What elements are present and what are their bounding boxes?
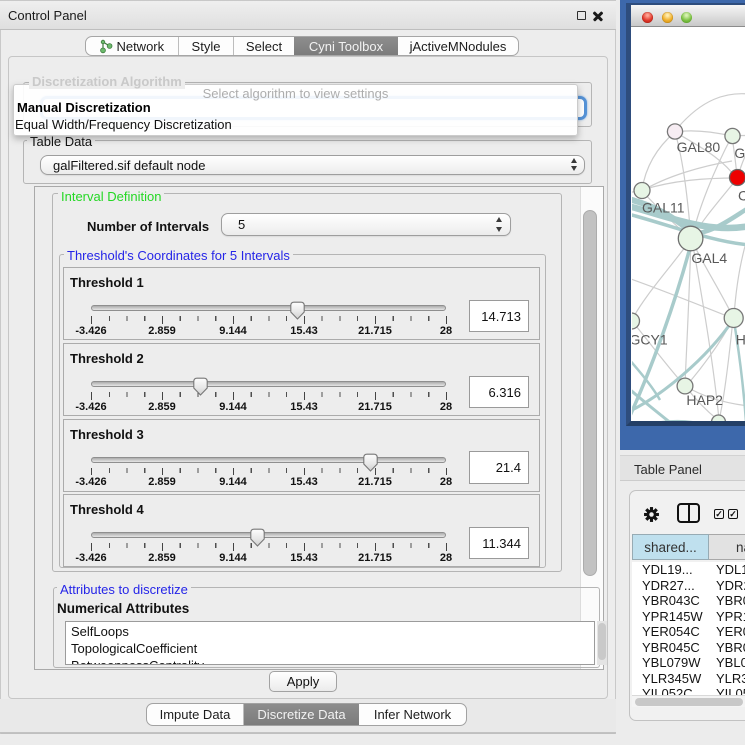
svg-text:CD: CD (738, 188, 745, 204)
svg-text:GAL80: GAL80 (677, 139, 721, 155)
svg-text:HAP2: HAP2 (686, 392, 723, 408)
svg-text:GAL4: GAL4 (691, 250, 727, 266)
svg-text:GCY1: GCY1 (632, 331, 668, 347)
svg-text:GA: GA (734, 145, 745, 161)
svg-text:GAL11: GAL11 (642, 200, 685, 216)
svg-text:HI: HI (736, 332, 745, 348)
